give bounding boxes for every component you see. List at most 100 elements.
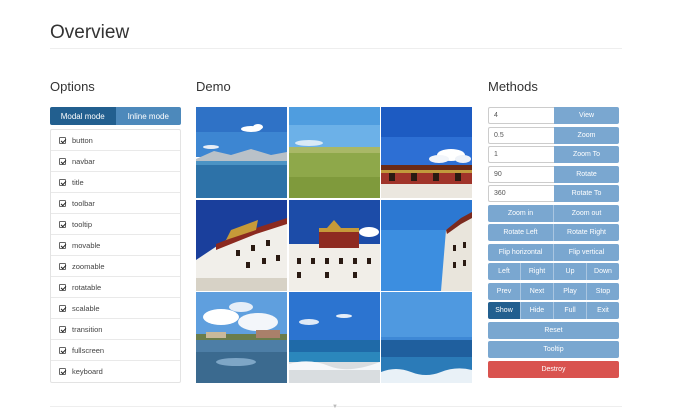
option-label: button bbox=[72, 135, 93, 145]
flip-group: Flip horizontal Flip vertical bbox=[488, 243, 619, 261]
destroy-row: Destroy bbox=[488, 360, 619, 378]
view-input[interactable]: 4 bbox=[488, 107, 554, 124]
checkbox-icon[interactable] bbox=[59, 283, 66, 291]
checkbox-icon[interactable] bbox=[59, 262, 66, 270]
option-movable[interactable]: movable bbox=[51, 235, 180, 256]
view-button[interactable]: View bbox=[554, 107, 619, 124]
gallery-image-palace-left[interactable] bbox=[196, 199, 287, 291]
reset-button[interactable]: Reset bbox=[488, 321, 619, 339]
tooltip-button[interactable]: Tooltip bbox=[488, 341, 619, 358]
move-right-button[interactable]: Right bbox=[521, 263, 554, 280]
option-label: title bbox=[72, 177, 84, 187]
checkbox-icon[interactable] bbox=[59, 178, 66, 186]
caret-down-icon: ▼ bbox=[332, 404, 338, 410]
option-zoomable[interactable]: zoomable bbox=[51, 256, 180, 277]
show-group: Show Hide Full Exit bbox=[488, 302, 619, 319]
modal-mode-button[interactable]: Modal mode bbox=[50, 107, 116, 125]
option-keyboard[interactable]: keyboard bbox=[51, 361, 180, 382]
checkbox-icon[interactable] bbox=[59, 220, 66, 228]
option-label: zoomable bbox=[72, 261, 105, 271]
show-button[interactable]: Show bbox=[488, 302, 521, 319]
mode-toggle: Modal mode Inline mode bbox=[50, 107, 181, 125]
gallery-image-palace-right[interactable] bbox=[381, 199, 472, 291]
methods-panel: 4 View 0.5 Zoom 1 Zoom To 90 Rotate 360 … bbox=[488, 107, 619, 380]
gallery-image-palace-roof[interactable] bbox=[381, 107, 472, 198]
methods-heading: Methods bbox=[488, 79, 538, 94]
reset-row: Reset bbox=[488, 321, 619, 339]
play-button[interactable]: Play bbox=[554, 282, 587, 300]
demo-heading: Demo bbox=[196, 79, 231, 94]
options-list: button navbar title toolbar tooltip mova… bbox=[50, 129, 181, 383]
move-left-button[interactable]: Left bbox=[488, 263, 521, 280]
rotate-left-button[interactable]: Rotate Left bbox=[488, 224, 554, 241]
flip-horizontal-button[interactable]: Flip horizontal bbox=[488, 243, 554, 261]
hide-button[interactable]: Hide bbox=[521, 302, 554, 319]
checkbox-icon[interactable] bbox=[59, 346, 66, 354]
option-scalable[interactable]: scalable bbox=[51, 298, 180, 319]
option-label: keyboard bbox=[72, 367, 103, 376]
full-button[interactable]: Full bbox=[554, 302, 587, 319]
rotate-right-button[interactable]: Rotate Right bbox=[554, 224, 619, 241]
prev-button[interactable]: Prev bbox=[488, 282, 521, 300]
rotate-button[interactable]: Rotate bbox=[554, 165, 619, 183]
gallery-image-lake-shore[interactable] bbox=[288, 292, 380, 383]
option-label: transition bbox=[72, 324, 103, 334]
option-button[interactable]: button bbox=[51, 130, 180, 151]
checkbox-icon[interactable] bbox=[59, 325, 66, 333]
option-toolbar[interactable]: toolbar bbox=[51, 193, 180, 214]
option-label: movable bbox=[72, 240, 101, 250]
destroy-button[interactable]: Destroy bbox=[488, 360, 619, 378]
option-label: scalable bbox=[72, 303, 100, 313]
options-heading: Options bbox=[50, 79, 95, 94]
stop-button[interactable]: Stop bbox=[587, 282, 619, 300]
zoom-row: 0.5 Zoom bbox=[488, 126, 619, 144]
option-label: fullscreen bbox=[72, 345, 105, 355]
checkbox-icon[interactable] bbox=[59, 136, 66, 144]
play-group: Prev Next Play Stop bbox=[488, 282, 619, 300]
option-fullscreen[interactable]: fullscreen bbox=[51, 340, 180, 361]
inline-mode-button[interactable]: Inline mode bbox=[115, 107, 181, 125]
rotate-to-row: 360 Rotate To bbox=[488, 185, 619, 202]
option-tooltip[interactable]: tooltip bbox=[51, 214, 180, 235]
move-up-button[interactable]: Up bbox=[554, 263, 587, 280]
move-down-button[interactable]: Down bbox=[587, 263, 619, 280]
zoom-input[interactable]: 0.5 bbox=[488, 126, 554, 144]
zoom-to-row: 1 Zoom To bbox=[488, 146, 619, 163]
gallery-image-grassland[interactable] bbox=[288, 107, 380, 198]
gallery-image-palace-center[interactable] bbox=[288, 199, 380, 291]
rotate-input[interactable]: 90 bbox=[488, 165, 554, 183]
zoom-button[interactable]: Zoom bbox=[554, 126, 619, 144]
option-navbar[interactable]: navbar bbox=[51, 151, 180, 172]
zoom-in-button[interactable]: Zoom in bbox=[488, 204, 554, 222]
option-transition[interactable]: transition bbox=[51, 319, 180, 340]
option-rotatable[interactable]: rotatable bbox=[51, 277, 180, 298]
option-label: tooltip bbox=[72, 219, 93, 229]
view-row: 4 View bbox=[488, 107, 619, 124]
option-label: navbar bbox=[72, 156, 95, 166]
rotate-group: Rotate Left Rotate Right bbox=[488, 224, 619, 241]
zoom-out-button[interactable]: Zoom out bbox=[554, 204, 619, 222]
checkbox-icon[interactable] bbox=[59, 157, 66, 165]
zoom-to-input[interactable]: 1 bbox=[488, 146, 554, 163]
option-label: rotatable bbox=[72, 282, 102, 292]
gallery-image-lake-mountains[interactable] bbox=[196, 107, 287, 198]
zoom-group: Zoom in Zoom out bbox=[488, 204, 619, 222]
rotate-row: 90 Rotate bbox=[488, 165, 619, 183]
rotate-to-input[interactable]: 360 bbox=[488, 185, 554, 202]
page-title: Overview bbox=[50, 22, 130, 43]
option-title[interactable]: title bbox=[51, 172, 180, 193]
flip-vertical-button[interactable]: Flip vertical bbox=[554, 243, 619, 261]
checkbox-icon[interactable] bbox=[59, 241, 66, 249]
image-gallery bbox=[196, 107, 472, 383]
rotate-to-button[interactable]: Rotate To bbox=[554, 185, 619, 202]
title-divider bbox=[50, 48, 622, 49]
exit-button[interactable]: Exit bbox=[587, 302, 619, 319]
zoom-to-button[interactable]: Zoom To bbox=[554, 146, 619, 163]
checkbox-icon[interactable] bbox=[59, 368, 66, 375]
checkbox-icon[interactable] bbox=[59, 304, 66, 312]
next-button[interactable]: Next bbox=[521, 282, 554, 300]
move-group: Left Right Up Down bbox=[488, 263, 619, 280]
gallery-image-lake-waves[interactable] bbox=[381, 292, 472, 383]
gallery-image-river-village[interactable] bbox=[196, 292, 287, 383]
checkbox-icon[interactable] bbox=[59, 199, 66, 207]
